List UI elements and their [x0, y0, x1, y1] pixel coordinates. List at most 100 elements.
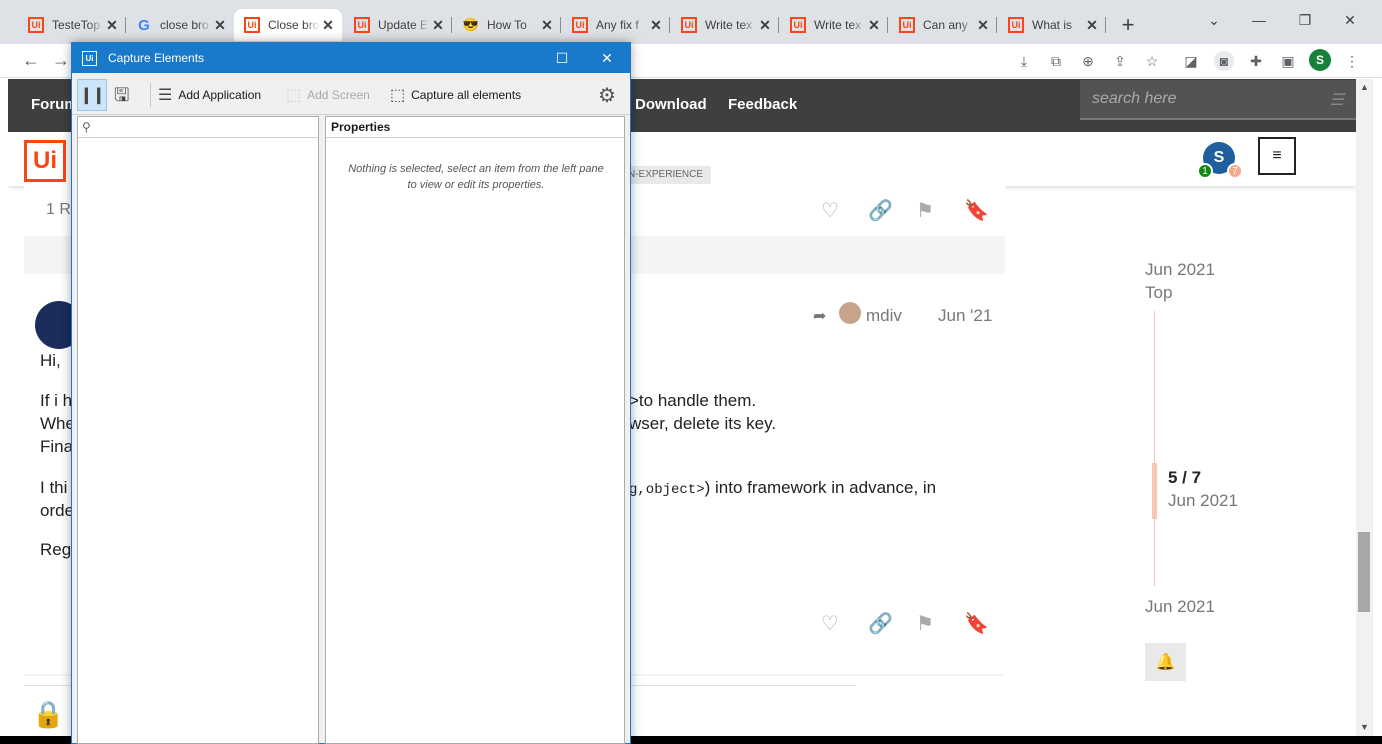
tab-title: Write tex	[705, 18, 753, 32]
browser-tab[interactable]: G close bro ✕	[126, 9, 234, 41]
minimize-icon[interactable]: —	[1249, 12, 1269, 28]
browser-tab[interactable]: Ui Update E ✕	[344, 9, 452, 41]
close-icon[interactable]: ✕	[212, 17, 228, 34]
capture-all-icon: ⬚	[390, 87, 406, 104]
forward-icon[interactable]: →	[50, 50, 72, 71]
post-date[interactable]: Jun '21	[938, 306, 992, 326]
dialog-title-bar[interactable]: Ui Capture Elements ☐ ✕	[72, 43, 630, 73]
tab-title: How To	[487, 18, 527, 32]
close-icon[interactable]: ✕	[757, 17, 773, 34]
puzzle-icon[interactable]: ✚	[1246, 51, 1266, 71]
maximize-icon[interactable]: ☐	[547, 48, 577, 68]
elements-tree-pane[interactable]: ⚲	[77, 116, 319, 744]
save-icon[interactable]: 🖫	[114, 83, 129, 113]
settings-gear-icon[interactable]: ⚙	[598, 83, 616, 108]
post-text: If i h	[40, 391, 73, 410]
timeline-end-date[interactable]: Jun 2021	[1145, 597, 1215, 617]
timeline-start-date[interactable]: Jun 2021	[1145, 260, 1215, 280]
timeline-handle[interactable]	[1152, 463, 1157, 519]
share-icon[interactable]: ⇪	[1110, 51, 1130, 71]
bookmark-icon[interactable]: 🔖	[964, 198, 989, 223]
browser-tab[interactable]: Ui Write tex ✕	[780, 9, 888, 41]
replies-count[interactable]: 1 R	[46, 201, 71, 219]
tree-search-input[interactable]: ⚲	[78, 117, 318, 138]
add-screen-label: Add Screen	[307, 88, 370, 102]
search-input[interactable]: search here ☰	[1080, 80, 1356, 120]
back-icon[interactable]: ←	[20, 50, 42, 71]
uipath-icon: Ui	[899, 17, 915, 33]
bookmark-star-icon[interactable]: ☆	[1142, 51, 1162, 71]
translate-icon[interactable]: ⧉	[1046, 51, 1066, 71]
scroll-up-icon[interactable]: ▲	[1356, 82, 1373, 92]
close-icon[interactable]: ✕	[648, 17, 664, 34]
profile-avatar[interactable]: S	[1309, 49, 1331, 71]
new-tab-button[interactable]: +	[1117, 12, 1139, 38]
extension-icon[interactable]: ◪	[1181, 51, 1201, 71]
restore-icon[interactable]: ❐	[1295, 12, 1315, 29]
filter-icon[interactable]: ☰	[1330, 90, 1344, 110]
link-icon[interactable]: 🔗	[868, 198, 893, 223]
bookmark-icon[interactable]: 🔖	[964, 611, 989, 636]
extension-icon[interactable]: ◙	[1214, 51, 1234, 71]
close-icon[interactable]: ✕	[866, 17, 882, 34]
toolbar-separator	[150, 83, 151, 107]
nav-feedback-link[interactable]: Feedback	[728, 96, 797, 113]
tab-title: Update E	[378, 18, 429, 32]
add-screen-button[interactable]: ⬚ Add Screen	[286, 83, 370, 107]
close-icon[interactable]: ✕	[430, 17, 446, 34]
like-icon[interactable]: ♡	[821, 611, 839, 636]
tab-title: Close bro	[268, 18, 320, 32]
reply-to-username[interactable]: mdiv	[866, 306, 902, 326]
window-close-icon[interactable]: ✕	[1340, 12, 1360, 29]
close-icon[interactable]: ✕	[975, 17, 991, 34]
uipath-icon: Ui	[244, 17, 260, 33]
page-scrollbar[interactable]: ▲ ▼	[1356, 79, 1373, 736]
dialog-close-icon[interactable]: ✕	[592, 48, 622, 68]
scroll-down-icon[interactable]: ▼	[1356, 722, 1373, 732]
reply-to-avatar	[839, 302, 861, 324]
uipath-icon: Ui	[354, 17, 370, 33]
close-icon[interactable]: ✕	[320, 17, 336, 34]
flag-icon[interactable]: ⚑	[916, 611, 934, 636]
browser-tab[interactable]: Ui Can any ✕	[889, 9, 997, 41]
close-icon[interactable]: ✕	[1084, 17, 1100, 34]
notification-badge: 1	[1197, 163, 1213, 179]
uipath-icon: Ui	[790, 17, 806, 33]
capture-all-button[interactable]: ⬚ Capture all elements	[390, 83, 521, 107]
install-icon[interactable]: ⤓	[1014, 51, 1034, 71]
google-icon: G	[138, 16, 150, 34]
menu-dots-icon[interactable]: ⋮	[1342, 51, 1362, 71]
capture-all-label: Capture all elements	[411, 88, 522, 102]
topic-tag[interactable]: N-EXPERIENCE	[620, 166, 712, 184]
like-icon[interactable]: ♡	[821, 198, 839, 223]
browser-tab[interactable]: Ui TesteTop ✕	[18, 9, 126, 41]
notification-bell-icon[interactable]: 🔔	[1145, 643, 1186, 681]
zoom-icon[interactable]: ⊕	[1078, 51, 1098, 71]
timeline-position: 5 / 7	[1168, 468, 1202, 487]
capture-elements-dialog: Ui Capture Elements ☐ ✕ ❙❙ 🖫 ☰ Add Appli…	[71, 42, 631, 744]
browser-tab[interactable]: Ui Any fix f ✕	[562, 9, 670, 41]
lock-icon: 🔒	[32, 699, 65, 729]
close-icon[interactable]: ✕	[539, 17, 555, 34]
timeline-position-date: Jun 2021	[1168, 491, 1238, 510]
add-application-button[interactable]: ☰ Add Application	[158, 83, 261, 107]
tab-search-icon[interactable]: ⌄	[1204, 12, 1224, 29]
browser-tab[interactable]: Ui What is ✕	[998, 9, 1106, 41]
browser-tab-active[interactable]: Ui Close bro ✕	[234, 9, 342, 41]
link-icon[interactable]: 🔗	[868, 611, 893, 636]
nav-download-link[interactable]: Download	[635, 96, 707, 113]
post-text: wser, delete its key.	[629, 414, 777, 433]
pause-icon[interactable]: ❙❙	[77, 79, 107, 111]
browser-tab[interactable]: Ui Write tex ✕	[671, 9, 779, 41]
empty-selection-message: Nothing is selected, select an item from…	[348, 163, 604, 191]
hamburger-menu-icon[interactable]: ≡	[1258, 137, 1296, 175]
uipath-logo[interactable]: Ui	[24, 140, 66, 182]
scrollbar-thumb[interactable]	[1358, 532, 1370, 612]
uipath-icon: Ui	[681, 17, 697, 33]
flag-icon[interactable]: ⚑	[916, 198, 934, 223]
side-panel-icon[interactable]: ▣	[1278, 51, 1298, 71]
timeline-top-link[interactable]: Top	[1145, 283, 1172, 303]
uipath-app-icon: Ui	[82, 51, 97, 66]
browser-tab[interactable]: 😎 How To ✕	[453, 9, 561, 41]
close-icon[interactable]: ✕	[104, 17, 120, 34]
